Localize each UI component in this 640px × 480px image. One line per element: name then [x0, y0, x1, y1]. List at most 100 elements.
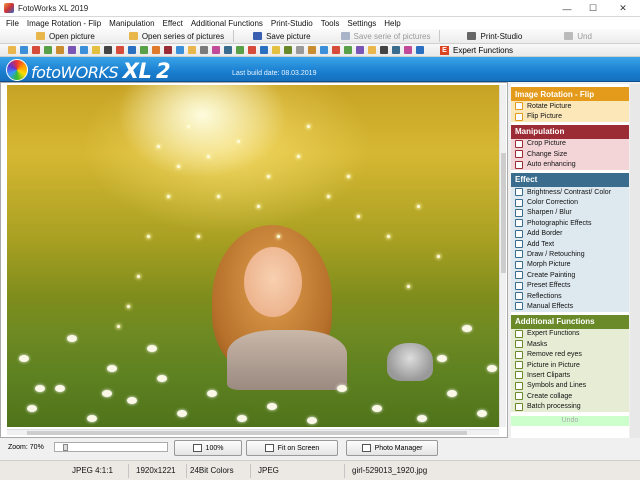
panel-item[interactable]: Auto enhancing: [511, 159, 629, 170]
panel-item[interactable]: Change Size: [511, 149, 629, 160]
panel-scrollbar[interactable]: [630, 84, 640, 438]
panel-item[interactable]: Draw / Retouching: [511, 249, 629, 260]
canvas-horizontal-scrollbar[interactable]: [7, 429, 499, 435]
section-rot-header[interactable]: Image Rotation - Flip: [511, 87, 629, 101]
tool-icon-35[interactable]: [416, 46, 424, 54]
menu-file[interactable]: File: [6, 19, 19, 28]
panel-item[interactable]: Add Border: [511, 228, 629, 239]
tool-icon-31[interactable]: [368, 46, 376, 54]
tool-icon-28[interactable]: [332, 46, 340, 54]
tool-icon-30[interactable]: [356, 46, 364, 54]
fit-on-screen-button[interactable]: Fit on Screen: [246, 440, 338, 456]
section-man-header[interactable]: Manipulation: [511, 124, 629, 139]
tool-icon-27[interactable]: [320, 46, 328, 54]
menu-manipulation[interactable]: Manipulation: [109, 19, 154, 28]
save-picture-button[interactable]: Save picture: [249, 30, 314, 43]
image-canvas[interactable]: [0, 82, 508, 438]
panel-item[interactable]: Symbols and Lines: [511, 380, 629, 391]
tool-icon-34[interactable]: [404, 46, 412, 54]
panel-item[interactable]: Sharpen / Blur: [511, 207, 629, 219]
panel-item[interactable]: Create collage: [511, 390, 629, 402]
panel-item-label: Auto enhancing: [527, 161, 576, 169]
tool-icon-11[interactable]: [128, 46, 136, 54]
menu-print-studio[interactable]: Print-Studio: [271, 19, 313, 28]
tool-icon-33[interactable]: [392, 46, 400, 54]
panel-undo-button[interactable]: Undo: [511, 415, 629, 426]
tool-icon-1[interactable]: [8, 46, 16, 54]
zoom-slider-knob[interactable]: [63, 444, 68, 451]
tool-icon-3[interactable]: [32, 46, 40, 54]
menu-help[interactable]: Help: [384, 19, 400, 28]
panel-item[interactable]: Batch processing: [511, 401, 629, 412]
menu-image-rotation[interactable]: Image Rotation - Flip: [27, 19, 101, 28]
panel-item[interactable]: Remove red eyes: [511, 349, 629, 360]
tool-icon-24[interactable]: [284, 46, 292, 54]
print-studio-button[interactable]: Print-Studio: [463, 30, 526, 43]
menu-additional-functions[interactable]: Additional Functions: [191, 19, 263, 28]
undo-button[interactable]: Und: [560, 30, 596, 43]
tool-icon-13[interactable]: [152, 46, 160, 54]
tool-icon-9[interactable]: [104, 46, 112, 54]
zoom-slider[interactable]: [54, 442, 168, 452]
panel-item[interactable]: Morph Picture: [511, 259, 629, 271]
maximize-button[interactable]: ☐: [580, 0, 606, 17]
panel-item[interactable]: Photographic Effects: [511, 218, 629, 229]
section-add-header[interactable]: Additional Functions: [511, 314, 629, 329]
menu-effect[interactable]: Effect: [163, 19, 183, 28]
panel-item[interactable]: Brightness/ Contrast/ Color: [511, 186, 629, 198]
tool-icon-7[interactable]: [80, 46, 88, 54]
tool-icon-2[interactable]: [20, 46, 28, 54]
tool-icon-14[interactable]: [164, 46, 172, 54]
tool-icon-16[interactable]: [188, 46, 196, 54]
tool-icon-21[interactable]: [248, 46, 256, 54]
panel-item[interactable]: Masks: [511, 339, 629, 350]
panel-item[interactable]: Manual Effects: [511, 301, 629, 312]
section-eff-header[interactable]: Effect: [511, 172, 629, 187]
panel-item[interactable]: Create Painting: [511, 270, 629, 281]
tool-icon-22[interactable]: [260, 46, 268, 54]
tool-icon-5[interactable]: [56, 46, 64, 54]
tool-icon-15[interactable]: [176, 46, 184, 54]
zoom-bar: Zoom: 70% 100% Fit on Screen Photo Manag…: [0, 438, 508, 458]
menu-tools[interactable]: Tools: [321, 19, 340, 28]
tool-icon-23[interactable]: [272, 46, 280, 54]
tool-icon-17[interactable]: [200, 46, 208, 54]
status-color-depth: 24Bit Colors: [190, 466, 234, 475]
save-series-button[interactable]: Save serie of pictures: [337, 30, 435, 43]
panel-item[interactable]: Rotate Picture: [511, 101, 629, 112]
scroll-thumb[interactable]: [27, 431, 467, 435]
panel-item[interactable]: Preset Effects: [511, 280, 629, 291]
tool-icon-19[interactable]: [224, 46, 232, 54]
tool-icon-18[interactable]: [212, 46, 220, 54]
panel-item[interactable]: Insert Cliparts: [511, 370, 629, 381]
photo-sparkle: [417, 205, 420, 208]
panel-item[interactable]: Flip Picture: [511, 111, 629, 122]
tool-icon-12[interactable]: [140, 46, 148, 54]
panel-item[interactable]: Expert Functions: [511, 328, 629, 340]
tool-icon-25[interactable]: [296, 46, 304, 54]
tool-icon-4[interactable]: [44, 46, 52, 54]
app-logo: fotoWORKS XL 2: [31, 59, 171, 83]
expert-functions-button[interactable]: E Expert Functions: [440, 45, 513, 55]
tool-icon-8[interactable]: [92, 46, 100, 54]
photo-manager-button[interactable]: Photo Manager: [346, 440, 438, 456]
tool-icon-29[interactable]: [344, 46, 352, 54]
minimize-button[interactable]: —: [554, 0, 580, 17]
zoom-100-button[interactable]: 100%: [174, 440, 242, 456]
canvas-vertical-scrollbar[interactable]: [499, 85, 506, 427]
open-picture-button[interactable]: Open picture: [32, 30, 99, 43]
close-button[interactable]: ✕: [606, 0, 640, 17]
panel-item[interactable]: Picture in Picture: [511, 359, 629, 371]
panel-item[interactable]: Reflections: [511, 290, 629, 302]
tool-icon-20[interactable]: [236, 46, 244, 54]
tool-icon-6[interactable]: [68, 46, 76, 54]
tool-icon-32[interactable]: [380, 46, 388, 54]
panel-item[interactable]: Add Text: [511, 238, 629, 250]
scroll-thumb[interactable]: [501, 153, 506, 273]
tool-icon-26[interactable]: [308, 46, 316, 54]
menu-settings[interactable]: Settings: [347, 19, 376, 28]
panel-item[interactable]: Color Correction: [511, 197, 629, 208]
open-series-button[interactable]: Open series of pictures: [125, 30, 228, 43]
tool-icon-10[interactable]: [116, 46, 124, 54]
panel-item[interactable]: Crop Picture: [511, 138, 629, 150]
